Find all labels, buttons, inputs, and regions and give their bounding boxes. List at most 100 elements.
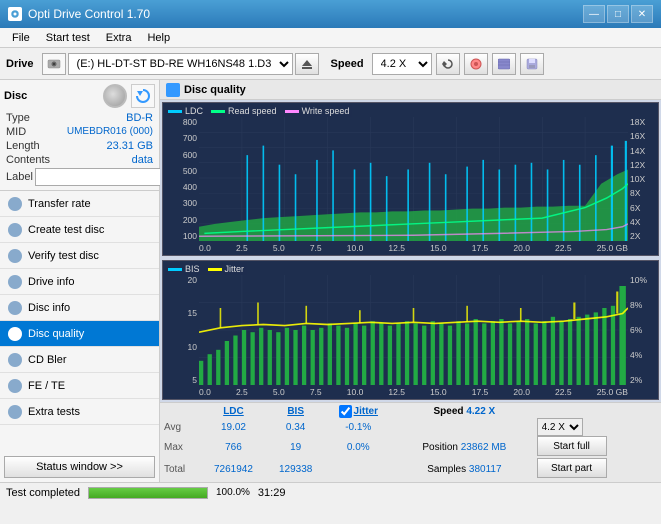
close-button[interactable]: ✕ [631, 5, 653, 23]
disc-header: Disc [4, 84, 155, 108]
burn-icon [470, 58, 482, 70]
disc-quality-title: Disc quality [184, 84, 246, 96]
drive-info-icon [8, 275, 22, 289]
titlebar-left: Opti Drive Control 1.70 [8, 7, 150, 21]
speed-selector[interactable]: 4.2 X [372, 53, 432, 75]
sidebar-item-cd-bler[interactable]: CD Bler [0, 347, 159, 373]
top-chart-inner: LDC Read speed Write speed 800 [162, 102, 659, 256]
contents-value: data [132, 154, 153, 166]
status-window-button[interactable]: Status window >> [4, 456, 155, 478]
start-part-button[interactable]: Start part [537, 458, 607, 478]
jitter-checkbox-label[interactable]: Jitter [324, 405, 392, 418]
disc-quality-header-icon [166, 83, 180, 97]
max-label: Max [164, 436, 200, 458]
disc-contents-row: Contents data [4, 154, 155, 166]
minimize-button[interactable]: — [583, 5, 605, 23]
legend-write-speed-color [285, 110, 299, 113]
legend-read-speed-label: Read speed [228, 106, 277, 116]
drive-info-label: Drive info [28, 276, 74, 288]
drive-label: Drive [6, 58, 34, 70]
avg-ldc: 19.02 [200, 418, 267, 436]
drive-icon [47, 57, 61, 71]
fe-te-icon [8, 379, 22, 393]
legend-read-speed-color [211, 110, 225, 113]
menu-file[interactable]: File [4, 30, 38, 46]
sidebar-item-disc-quality[interactable]: Disc quality [0, 321, 159, 347]
stats-avg-row: Avg 19.02 0.34 -0.1% 4.2 X [164, 418, 657, 436]
legend-jitter: Jitter [208, 264, 245, 274]
type-label: Type [6, 112, 30, 124]
burn-button[interactable] [464, 53, 488, 75]
position-val: 23862 MB [461, 442, 507, 453]
create-test-disc-label: Create test disc [28, 224, 104, 236]
refresh-button[interactable] [436, 53, 460, 75]
jitter-checkbox[interactable] [339, 405, 352, 418]
sidebar-item-drive-info[interactable]: Drive info [0, 269, 159, 295]
sidebar: Disc Type BD-R MID UMEBDR016 (000) Lengt… [0, 80, 160, 482]
fe-te-label: FE / TE [28, 380, 65, 392]
progress-bar-fill [89, 488, 207, 498]
start-full-button[interactable]: Start full [537, 436, 607, 456]
sidebar-item-fe-te[interactable]: FE / TE [0, 373, 159, 399]
total-bis: 129338 [267, 458, 324, 480]
main-layout: Disc Type BD-R MID UMEBDR016 (000) Lengt… [0, 80, 661, 482]
total-ldc: 7261942 [200, 458, 267, 480]
sidebar-item-transfer-rate[interactable]: Transfer rate [0, 191, 159, 217]
nav-items: Transfer rate Create test disc Verify te… [0, 191, 159, 452]
stats-max-row: Max 766 19 0.0% Position 23862 MB Start … [164, 436, 657, 458]
top-chart-wrapper: LDC Read speed Write speed 800 [160, 100, 661, 258]
legend-bis-color [168, 268, 182, 271]
length-label: Length [6, 140, 40, 152]
status-time: 31:29 [258, 487, 286, 499]
bottom-y-axis-right: 10% 8% 6% 4% 2% [628, 275, 658, 385]
eject-icon [301, 58, 313, 70]
top-x-axis: 0.0 2.5 5.0 7.5 10.0 12.5 15.0 17.5 20.0… [199, 243, 628, 253]
stats-row-container: LDC BIS Jitter Speed [164, 405, 657, 480]
cd-bler-label: CD Bler [28, 354, 67, 366]
titlebar: Opti Drive Control 1.70 — □ ✕ [0, 0, 661, 28]
sidebar-item-create-test-disc[interactable]: Create test disc [0, 217, 159, 243]
menu-extra[interactable]: Extra [98, 30, 140, 46]
disc-info-icon [8, 301, 22, 315]
settings-icon [498, 58, 510, 70]
disc-panel: Disc Type BD-R MID UMEBDR016 (000) Lengt… [0, 80, 159, 191]
mid-label: MID [6, 126, 26, 138]
legend-jitter-label: Jitter [225, 264, 245, 274]
disc-icon [103, 84, 127, 108]
speed-selector-stats[interactable]: 4.2 X [537, 418, 583, 436]
speed-col-val: 4.22 X [466, 406, 495, 417]
create-test-disc-icon [8, 223, 22, 237]
statusbar: Test completed 100.0% 31:29 [0, 482, 661, 502]
status-text: Test completed [6, 487, 80, 499]
sidebar-item-disc-info[interactable]: Disc info [0, 295, 159, 321]
settings-button[interactable] [492, 53, 516, 75]
sidebar-item-verify-test-disc[interactable]: Verify test disc [0, 243, 159, 269]
stats-total-row: Total 7261942 129338 Samples 380117 Star… [164, 458, 657, 480]
progress-percent: 100.0% [216, 487, 250, 498]
eject-button[interactable] [295, 53, 319, 75]
verify-test-disc-icon [8, 249, 22, 263]
drive-selector[interactable]: (E:) HL-DT-ST BD-RE WH16NS48 1.D3 [68, 53, 293, 75]
speed-col-label: Speed [434, 406, 464, 417]
disc-action-btn[interactable] [131, 84, 155, 108]
menu-start-test[interactable]: Start test [38, 30, 98, 46]
content-area: Disc quality LDC Read speed [160, 80, 661, 482]
refresh-icon [442, 58, 454, 70]
bottom-x-axis: 0.0 2.5 5.0 7.5 10.0 12.5 15.0 17.5 20.0… [199, 387, 628, 397]
transfer-rate-icon [8, 197, 22, 211]
sidebar-item-extra-tests[interactable]: Extra tests [0, 399, 159, 425]
bottom-chart-inner: BIS Jitter 20 15 10 5 [162, 260, 659, 400]
total-label: Total [164, 458, 200, 480]
app-icon [8, 7, 22, 21]
stats-main: LDC BIS Jitter Speed [164, 405, 657, 480]
save-button[interactable] [520, 53, 544, 75]
label-input[interactable] [35, 168, 173, 186]
progress-bar-container [88, 487, 208, 499]
jitter-col-label: Jitter [354, 406, 378, 417]
maximize-button[interactable]: □ [607, 5, 629, 23]
verify-test-disc-label: Verify test disc [28, 250, 99, 262]
legend-read-speed: Read speed [211, 106, 277, 116]
titlebar-controls: — □ ✕ [583, 5, 653, 23]
extra-tests-label: Extra tests [28, 406, 80, 418]
menu-help[interactable]: Help [139, 30, 178, 46]
